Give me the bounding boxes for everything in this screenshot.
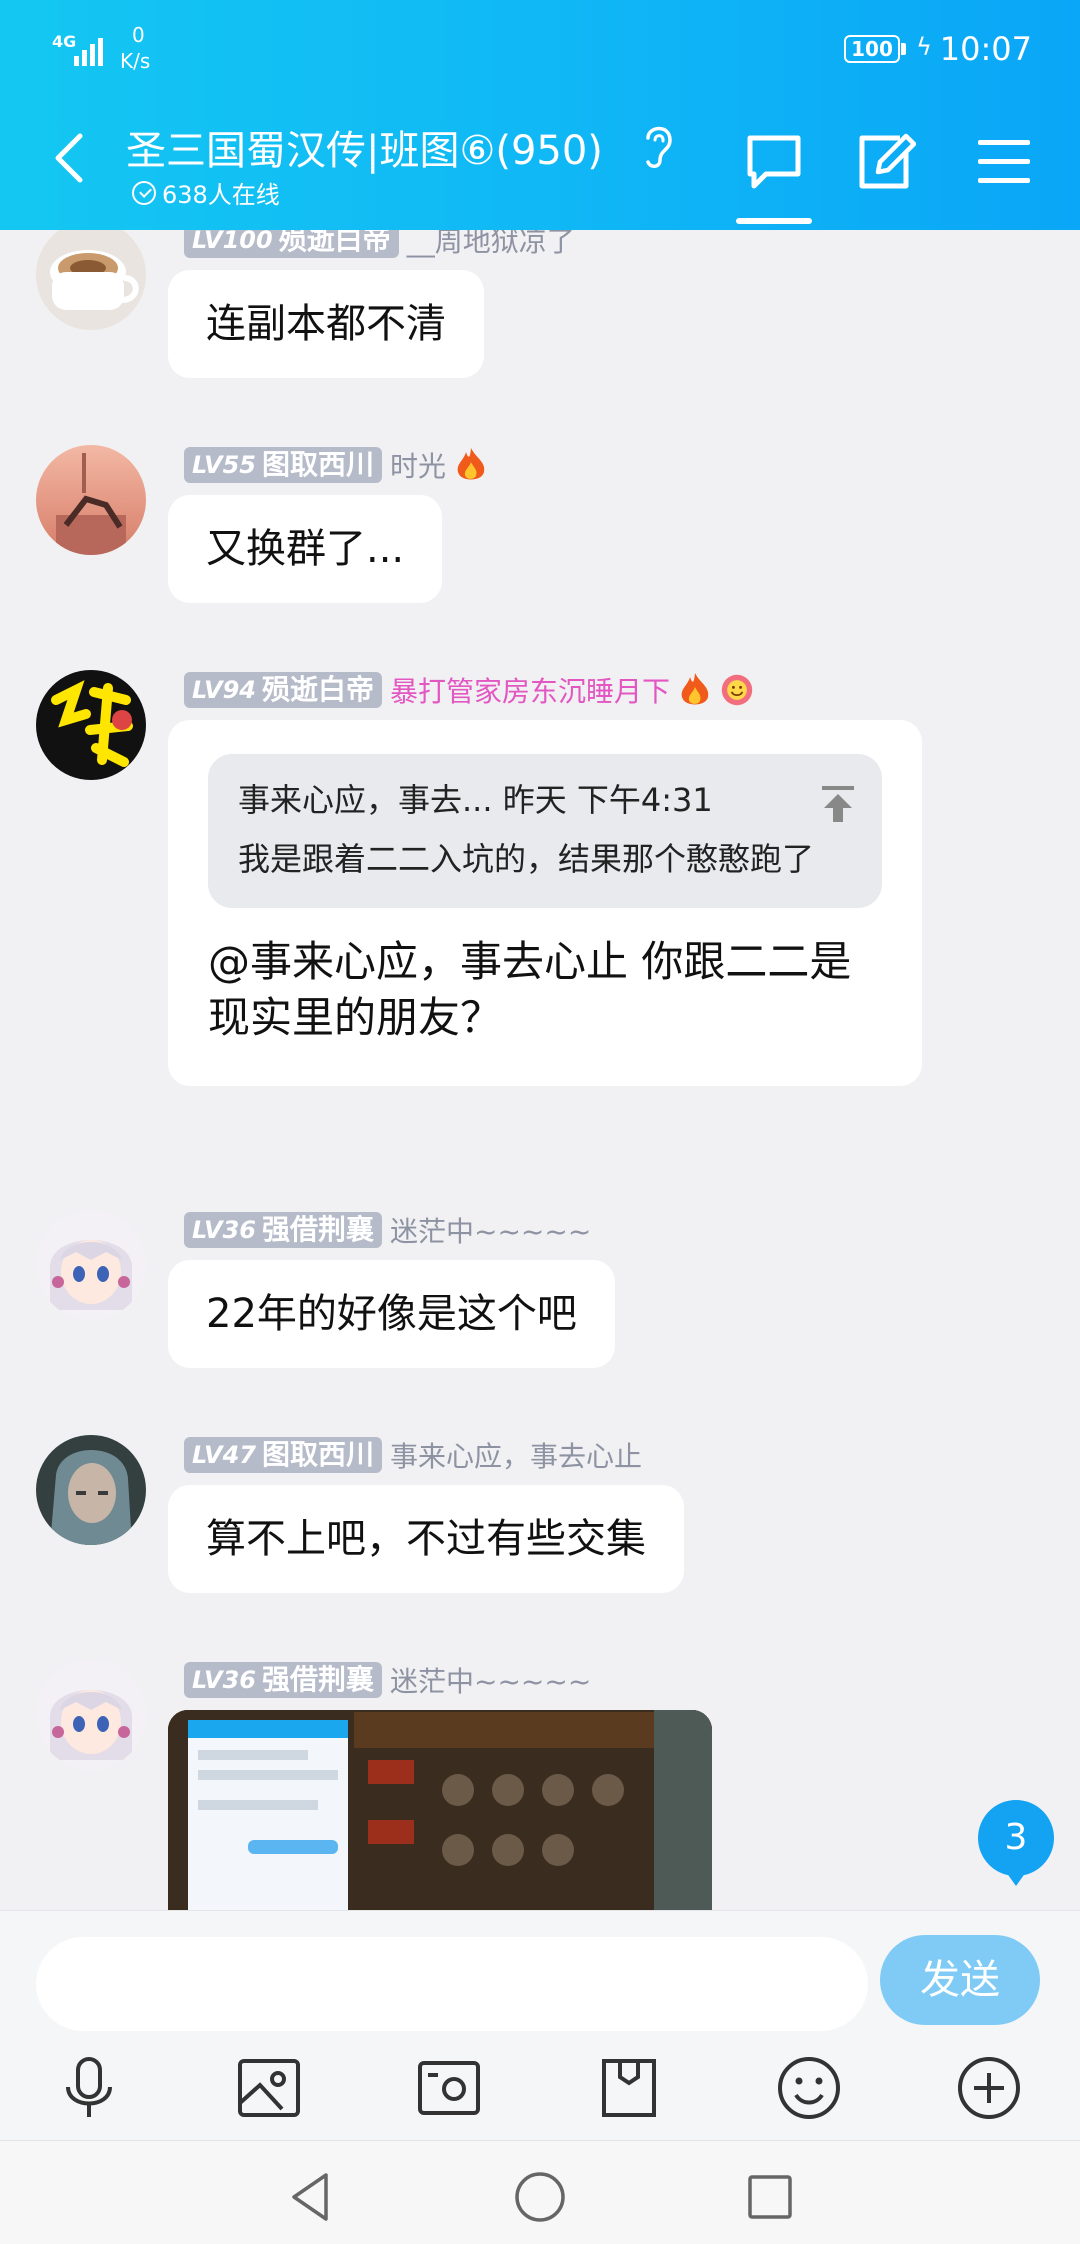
avatar[interactable] [36, 445, 146, 555]
network-speed: 0 K/s [120, 22, 150, 74]
sunset-avatar-image [36, 445, 146, 555]
message-bubble[interactable]: 又换群了... [168, 495, 443, 603]
battery-indicator: 100 [844, 35, 900, 63]
message-text: @事来心应，事去心止 你跟二二是现实里的朋友？ [208, 937, 852, 1042]
recents-nav-icon[interactable] [740, 2167, 800, 2227]
ear-icon[interactable] [640, 120, 676, 170]
level-badge: LV55 图取西川 [184, 447, 382, 483]
avatar[interactable] [36, 230, 146, 330]
sender-nickname[interactable]: __周地狱凉了 [407, 230, 575, 260]
level-text: LV100 [192, 230, 273, 254]
sender-meta: LV36 强借荆襄 迷茫中~~~~~ [184, 1210, 591, 1250]
level-text: LV36 [192, 1216, 256, 1244]
level-badge: LV36 强借荆襄 [184, 1212, 382, 1248]
sender-nickname[interactable]: 迷茫中~~~~~ [390, 1210, 591, 1250]
message-list[interactable]: LV100 殒逝白帝 __周地狱凉了 连副本都不清 LV55 图取西川 时光 又… [0, 230, 1080, 1910]
calligraphy-avatar-image [36, 670, 146, 780]
network-type: 4G [52, 32, 77, 51]
chat-icon[interactable] [744, 132, 804, 192]
back-nav-icon[interactable] [280, 2167, 340, 2227]
sender-meta: LV55 图取西川 时光 [184, 445, 488, 485]
level-title: 强借荆襄 [261, 1213, 374, 1246]
jump-to-top-icon[interactable] [820, 784, 856, 824]
anime-girl-avatar-image [36, 1210, 146, 1320]
sender-nickname[interactable]: 时光 [390, 445, 446, 485]
level-text: LV47 [192, 1441, 256, 1469]
sender-nickname[interactable]: 暴打管家房东沉睡月下 [390, 670, 670, 710]
network-speed-unit: K/s [120, 49, 151, 73]
level-text: LV36 [192, 1666, 256, 1694]
fire-icon [681, 673, 709, 705]
sender-meta: LV47 图取西川 事来心应，事去心止 [184, 1435, 642, 1475]
message-bubble[interactable]: 连副本都不清 [168, 270, 484, 378]
level-badge: LV47 图取西川 [184, 1437, 382, 1473]
game-screenshot-thumbnail [168, 1710, 712, 1910]
coffee-avatar-image [36, 230, 146, 330]
anime-girl-avatar-image [36, 1660, 146, 1770]
group-title[interactable]: 圣三国蜀汉传|班图⑥(950) [126, 118, 603, 176]
chat-header: 4G 0 K/s 100 ϟ 10:07 圣三国蜀汉传|班图⑥(950) 638… [0, 0, 1080, 230]
character-avatar-image [36, 1435, 146, 1545]
avatar[interactable] [36, 1660, 146, 1770]
sender-nickname[interactable]: 事来心应，事去心止 [390, 1435, 642, 1475]
file-icon[interactable] [594, 2053, 664, 2123]
mic-icon[interactable] [54, 2053, 124, 2123]
level-badge: LV94 殒逝白帝 [184, 672, 382, 708]
avatar[interactable] [36, 1210, 146, 1320]
network-speed-value: 0 [132, 23, 145, 47]
emoji-icon[interactable] [774, 2053, 844, 2123]
back-icon[interactable] [50, 130, 90, 186]
sender-nickname[interactable]: 迷茫中~~~~~ [390, 1660, 591, 1700]
fire-icon [457, 448, 485, 480]
level-text: LV94 [192, 676, 256, 704]
level-title: 强借荆襄 [261, 1663, 374, 1696]
flower-smile-icon [721, 674, 753, 706]
level-title: 殒逝白帝 [278, 230, 391, 256]
level-badge: LV36 强借荆襄 [184, 1662, 382, 1698]
message-bubble[interactable]: 事来心应，事去... 昨天 下午4:31 我是跟着二二入坑的，结果那个憨憨跑了 … [168, 720, 922, 1086]
avatar[interactable] [36, 1435, 146, 1545]
sender-meta: LV100 殒逝白帝 __周地狱凉了 [184, 230, 575, 260]
camera-icon[interactable] [414, 2053, 484, 2123]
system-nav-bar [0, 2140, 1080, 2244]
charging-icon: ϟ [916, 33, 932, 61]
sender-meta: LV36 强借荆襄 迷茫中~~~~~ [184, 1660, 591, 1700]
sender-meta: LV94 殒逝白帝 暴打管家房东沉睡月下 [184, 670, 754, 710]
quote-body: 我是跟着二二入坑的，结果那个憨憨跑了 [238, 840, 815, 878]
level-title: 图取西川 [261, 448, 374, 481]
message-bubble[interactable]: 算不上吧，不过有些交集 [168, 1485, 684, 1593]
level-title: 殒逝白帝 [261, 673, 374, 706]
online-count: 638人在线 [132, 175, 280, 210]
battery-tip [901, 43, 906, 55]
quoted-message[interactable]: 事来心应，事去... 昨天 下午4:31 我是跟着二二入坑的，结果那个憨憨跑了 [208, 754, 882, 908]
level-text: LV55 [192, 451, 256, 479]
status-bar: 4G 0 K/s 100 ϟ 10:07 [0, 18, 1080, 78]
menu-icon[interactable] [974, 132, 1034, 192]
unread-count-badge[interactable]: 3 [978, 1800, 1054, 1886]
image-message[interactable] [168, 1710, 712, 1910]
signal-icon [74, 38, 103, 66]
online-check-icon [132, 180, 156, 205]
avatar[interactable] [36, 670, 146, 780]
quote-header: 事来心应，事去... 昨天 下午4:31 [238, 781, 713, 819]
message-input[interactable] [36, 1937, 868, 2031]
level-title: 图取西川 [261, 1438, 374, 1471]
home-nav-icon[interactable] [510, 2167, 570, 2227]
plus-icon[interactable] [954, 2053, 1024, 2123]
message-bubble[interactable]: 22年的好像是这个吧 [168, 1260, 615, 1368]
edit-icon[interactable] [856, 132, 916, 192]
image-icon[interactable] [234, 2053, 304, 2123]
clock: 10:07 [939, 30, 1032, 68]
active-tab-indicator [736, 218, 812, 224]
input-bar: 发送 [0, 1910, 1080, 2140]
send-button[interactable]: 发送 [880, 1935, 1040, 2025]
online-count-label: 638人在线 [162, 181, 280, 209]
level-badge: LV100 殒逝白帝 [184, 230, 399, 258]
